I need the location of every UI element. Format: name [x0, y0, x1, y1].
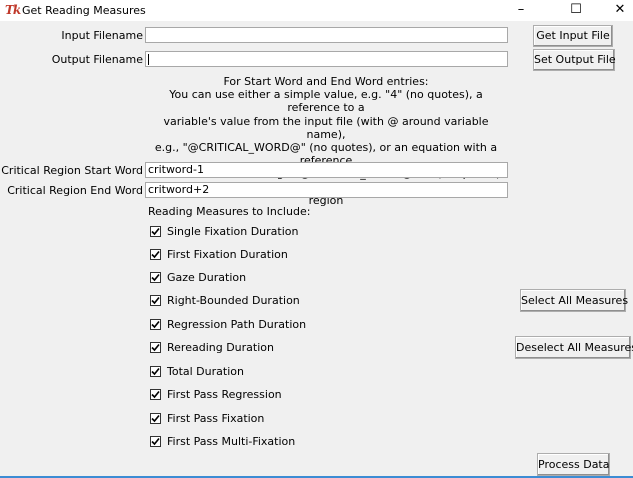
- checkbox-checked-icon[interactable]: [150, 435, 161, 447]
- measure-label: Single Fixation Duration: [167, 224, 299, 238]
- select-all-measures-button[interactable]: Select All Measures: [520, 289, 628, 312]
- measures-heading: Reading Measures to Include:: [148, 205, 311, 218]
- tk-app-icon: Tk: [5, 3, 21, 17]
- checkbox-checked-icon[interactable]: [150, 271, 161, 283]
- measure-checkbox-rereading[interactable]: Rereading Duration: [150, 340, 274, 354]
- text-cursor: [148, 53, 149, 65]
- checkbox-checked-icon[interactable]: [150, 365, 161, 377]
- minimize-button[interactable]: –: [501, 0, 541, 21]
- get-input-file-button[interactable]: Get Input File: [533, 25, 613, 47]
- measure-checkbox-first-pass-multi-fixation[interactable]: First Pass Multi-Fixation: [150, 434, 295, 448]
- measure-checkbox-first-fixation[interactable]: First Fixation Duration: [150, 247, 288, 261]
- end-word-field[interactable]: critword+2: [145, 182, 508, 198]
- measure-label: First Pass Fixation: [167, 411, 265, 425]
- measure-label: First Pass Multi-Fixation: [167, 434, 296, 448]
- measure-label: Gaze Duration: [167, 270, 247, 284]
- deselect-all-measures-button[interactable]: Deselect All Measures: [515, 336, 633, 359]
- measure-label: Rereading Duration: [167, 340, 274, 354]
- instruction-line: You can use either a simple value, e.g. …: [169, 88, 483, 115]
- start-word-label: Critical Region Start Word: [1, 164, 143, 177]
- measure-checkbox-regression-path[interactable]: Regression Path Duration: [150, 317, 306, 331]
- input-filename-label: Input Filename: [61, 29, 143, 42]
- checkbox-checked-icon[interactable]: [150, 225, 161, 237]
- measure-checkbox-first-pass-regression[interactable]: First Pass Regression: [150, 387, 282, 401]
- measure-checkbox-first-pass-fixation[interactable]: First Pass Fixation: [150, 411, 264, 425]
- set-output-file-button[interactable]: Set Output File: [533, 49, 616, 71]
- measure-checkbox-gaze[interactable]: Gaze Duration: [150, 270, 246, 284]
- start-word-field[interactable]: critword-1: [145, 162, 508, 178]
- close-button[interactable]: ✕: [600, 0, 633, 21]
- measure-label: First Pass Regression: [167, 387, 282, 401]
- output-filename-label: Output Filename: [51, 53, 143, 66]
- measure-label: Right-Bounded Duration: [167, 293, 300, 307]
- checkbox-checked-icon[interactable]: [150, 294, 161, 306]
- maximize-button[interactable]: ☐: [556, 0, 596, 21]
- measure-checkbox-total[interactable]: Total Duration: [150, 364, 244, 378]
- title-bar: Tk Get Reading Measures – ☐ ✕: [0, 0, 633, 21]
- measure-label: Total Duration: [167, 364, 244, 378]
- measure-label: Regression Path Duration: [167, 317, 307, 331]
- instruction-line: variable's value from the input file (wi…: [163, 114, 489, 141]
- input-filename-field[interactable]: [145, 27, 508, 43]
- window-title: Get Reading Measures: [22, 4, 146, 17]
- measure-checkbox-right-bounded[interactable]: Right-Bounded Duration: [150, 293, 300, 307]
- checkbox-checked-icon[interactable]: [150, 248, 161, 260]
- checkbox-checked-icon[interactable]: [150, 412, 161, 424]
- checkbox-checked-icon[interactable]: [150, 341, 161, 353]
- checkbox-checked-icon[interactable]: [150, 388, 161, 400]
- measure-label: First Fixation Duration: [167, 247, 288, 261]
- process-data-button[interactable]: Process Data: [537, 453, 610, 476]
- measure-checkbox-single-fixation[interactable]: Single Fixation Duration: [150, 224, 299, 238]
- end-word-label: Critical Region End Word: [7, 184, 143, 197]
- checkbox-checked-icon[interactable]: [150, 318, 161, 330]
- output-filename-field[interactable]: [145, 51, 508, 67]
- instruction-line: For Start Word and End Word entries:: [223, 75, 429, 88]
